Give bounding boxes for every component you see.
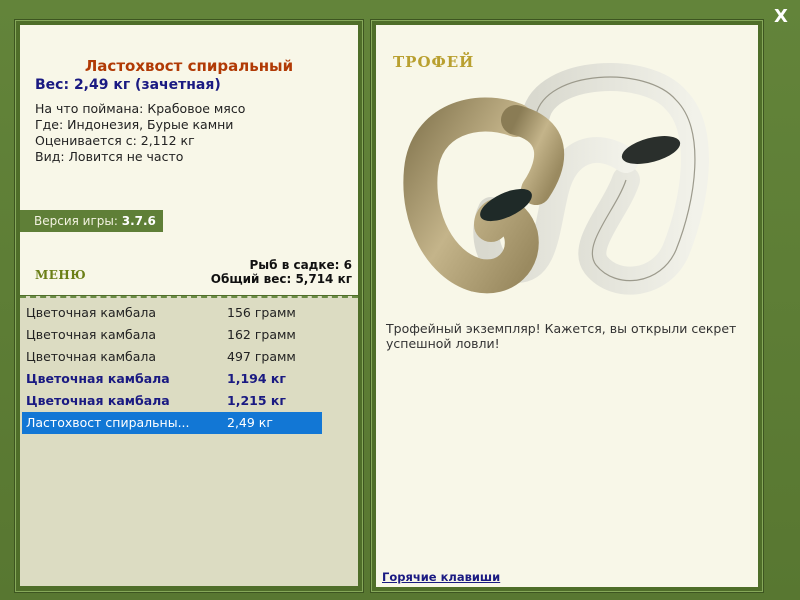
fish-location: Где: Индонезия, Бурые камни <box>35 117 234 132</box>
fish-title: Ластохвост спиральный <box>84 57 294 75</box>
catch-weight: 162 грамм <box>227 327 296 342</box>
fish-rated-from: Оценивается с: 2,112 кг <box>35 133 195 148</box>
catch-name: Ластохвост спиральны... <box>26 415 190 430</box>
trophy-area: ТРОФЕЙ Трофейный экземпляр! Кажется, вы … <box>376 25 758 587</box>
cage-fish-count: Рыб в садке: 6 <box>249 258 353 272</box>
catch-name: Цветочная камбала <box>26 371 170 386</box>
list-item[interactable]: Цветочная камбала 156 грамм <box>22 302 322 324</box>
fish-kind: Вид: Ловится не часто <box>35 149 184 164</box>
version-label: Версия игры: <box>34 214 118 228</box>
catch-name: Цветочная камбала <box>26 305 157 320</box>
fish-info-area: Ластохвост спиральный Вес: 2,49 кг (заче… <box>20 25 358 295</box>
hotkeys-link[interactable]: Горячие клавиши <box>382 570 500 584</box>
catch-weight: 497 грамм <box>227 349 296 364</box>
list-item[interactable]: Цветочная камбала 1,215 кг <box>22 390 322 412</box>
left-panel: Ластохвост спиральный Вес: 2,49 кг (заче… <box>14 19 364 593</box>
catch-name: Цветочная камбала <box>26 393 170 408</box>
catch-name: Цветочная камбала <box>26 349 157 364</box>
catch-weight: 2,49 кг <box>227 415 273 430</box>
list-item[interactable]: Цветочная камбала 497 грамм <box>22 346 322 368</box>
close-button[interactable]: X <box>770 6 792 28</box>
fish-image <box>403 63 709 295</box>
cage-total-weight: Общий вес: 5,714 кг <box>210 272 352 286</box>
catch-weight: 1,215 кг <box>227 393 286 408</box>
fish-weight: Вес: 2,49 кг (зачетная) <box>35 77 221 93</box>
version-badge: Версия игры: 3.7.6 <box>20 210 163 232</box>
catch-weight: 1,194 кг <box>227 371 286 386</box>
right-panel: ТРОФЕЙ Трофейный экземпляр! Кажется, вы … <box>370 19 764 593</box>
fish-bait: На что поймана: Крабовое мясо <box>35 101 246 116</box>
trophy-description: Трофейный экземпляр! Кажется, вы открыли… <box>386 321 737 351</box>
list-item[interactable]: Цветочная камбала 162 грамм <box>22 324 322 346</box>
version-value: 3.7.6 <box>121 214 156 228</box>
catch-name: Цветочная камбала <box>26 327 157 342</box>
catch-weight: 156 грамм <box>227 305 296 320</box>
list-item[interactable]: Цветочная камбала 1,194 кг <box>22 368 322 390</box>
catch-list: Цветочная камбала 156 грамм Цветочная ка… <box>20 296 358 586</box>
trophy-label: ТРОФЕЙ <box>393 53 475 71</box>
list-divider <box>20 296 358 298</box>
menu-button[interactable]: МЕНЮ <box>35 268 86 282</box>
list-item-selected[interactable]: Ластохвост спиральны... 2,49 кг <box>22 412 322 434</box>
